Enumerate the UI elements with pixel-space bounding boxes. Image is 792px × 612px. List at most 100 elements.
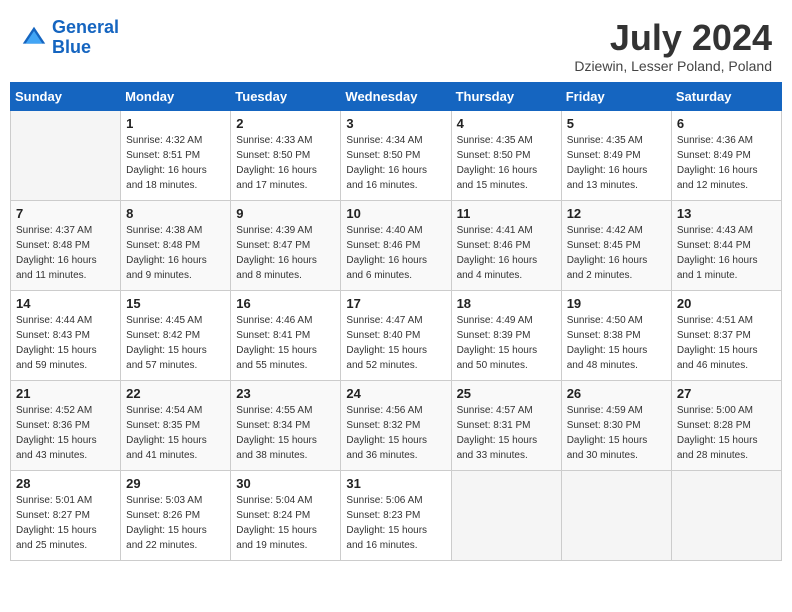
day-number: 28 xyxy=(16,476,115,491)
calendar-day-cell: 23 Sunrise: 4:55 AM Sunset: 8:34 PM Dayli… xyxy=(231,380,341,470)
calendar-day-cell: 17Sunrise: 4:47 AM Sunset: 8:40 PM Dayli… xyxy=(341,290,451,380)
day-detail: Sunrise: 4:47 AM Sunset: 8:40 PM Dayligh… xyxy=(346,313,445,373)
calendar-day-cell: 25 Sunrise: 4:57 AM Sunset: 8:31 PM Dayli… xyxy=(451,380,561,470)
day-number: 10 xyxy=(346,206,445,221)
day-number: 13 xyxy=(677,206,776,221)
month-year: July 2024 xyxy=(574,18,772,58)
calendar-day-cell: 27 Sunrise: 5:00 AM Sunset: 8:28 PM Dayli… xyxy=(671,380,781,470)
calendar-day-cell: 28 Sunrise: 5:01 AM Sunset: 8:27 PM Dayli… xyxy=(11,470,121,560)
calendar-week-row: 28 Sunrise: 5:01 AM Sunset: 8:27 PM Dayli… xyxy=(11,470,782,560)
calendar-day-cell: 12Sunrise: 4:42 AM Sunset: 8:45 PM Dayli… xyxy=(561,200,671,290)
calendar-day-cell: 18Sunrise: 4:49 AM Sunset: 8:39 PM Dayli… xyxy=(451,290,561,380)
calendar-day-cell: 6 Sunrise: 4:36 AM Sunset: 8:49 PM Daylig… xyxy=(671,110,781,200)
calendar-day-cell: 10 Sunrise: 4:40 AM Sunset: 8:46 PM Dayli… xyxy=(341,200,451,290)
calendar-day-cell: 5 Sunrise: 4:35 AM Sunset: 8:49 PM Daylig… xyxy=(561,110,671,200)
calendar-day-cell: 21 Sunrise: 4:52 AM Sunset: 8:36 PM Dayli… xyxy=(11,380,121,470)
day-number: 11 xyxy=(457,206,556,221)
day-detail: Sunrise: 4:45 AM Sunset: 8:42 PM Dayligh… xyxy=(126,313,225,373)
day-detail: Sunrise: 4:33 AM Sunset: 8:50 PM Dayligh… xyxy=(236,133,335,193)
day-number: 7 xyxy=(16,206,115,221)
day-detail: Sunrise: 4:56 AM Sunset: 8:32 PM Dayligh… xyxy=(346,403,445,463)
day-number: 9 xyxy=(236,206,335,221)
day-detail: Sunrise: 4:32 AM Sunset: 8:51 PM Dayligh… xyxy=(126,133,225,193)
day-detail: Sunrise: 4:59 AM Sunset: 8:30 PM Dayligh… xyxy=(567,403,666,463)
logo-icon xyxy=(20,24,48,52)
day-number: 3 xyxy=(346,116,445,131)
calendar-day-cell: 11 Sunrise: 4:41 AM Sunset: 8:46 PM Dayli… xyxy=(451,200,561,290)
calendar-day-cell: 9 Sunrise: 4:39 AM Sunset: 8:47 PM Daylig… xyxy=(231,200,341,290)
day-number: 22 xyxy=(126,386,225,401)
day-number: 18 xyxy=(457,296,556,311)
weekday-header-thursday: Thursday xyxy=(451,82,561,110)
calendar-day-cell: 8 Sunrise: 4:38 AM Sunset: 8:48 PM Daylig… xyxy=(121,200,231,290)
day-detail: Sunrise: 4:57 AM Sunset: 8:31 PM Dayligh… xyxy=(457,403,556,463)
calendar-week-row: 1 Sunrise: 4:32 AM Sunset: 8:51 PM Daylig… xyxy=(11,110,782,200)
calendar-day-cell: 22 Sunrise: 4:54 AM Sunset: 8:35 PM Dayli… xyxy=(121,380,231,470)
calendar-day-cell: 26 Sunrise: 4:59 AM Sunset: 8:30 PM Dayli… xyxy=(561,380,671,470)
day-number: 16 xyxy=(236,296,335,311)
calendar-day-cell: 1 Sunrise: 4:32 AM Sunset: 8:51 PM Daylig… xyxy=(121,110,231,200)
day-detail: Sunrise: 5:03 AM Sunset: 8:26 PM Dayligh… xyxy=(126,493,225,553)
day-detail: Sunrise: 4:46 AM Sunset: 8:41 PM Dayligh… xyxy=(236,313,335,373)
day-detail: Sunrise: 4:39 AM Sunset: 8:47 PM Dayligh… xyxy=(236,223,335,283)
calendar-day-cell: 14Sunrise: 4:44 AM Sunset: 8:43 PM Dayli… xyxy=(11,290,121,380)
calendar-day-cell: 19 Sunrise: 4:50 AM Sunset: 8:38 PM Dayli… xyxy=(561,290,671,380)
calendar-day-cell: 4 Sunrise: 4:35 AM Sunset: 8:50 PM Daylig… xyxy=(451,110,561,200)
day-detail: Sunrise: 4:36 AM Sunset: 8:49 PM Dayligh… xyxy=(677,133,776,193)
day-detail: Sunrise: 4:52 AM Sunset: 8:36 PM Dayligh… xyxy=(16,403,115,463)
calendar-day-cell xyxy=(451,470,561,560)
day-number: 30 xyxy=(236,476,335,491)
location: Dziewin, Lesser Poland, Poland xyxy=(574,58,772,74)
calendar-day-cell: 29Sunrise: 5:03 AM Sunset: 8:26 PM Dayli… xyxy=(121,470,231,560)
day-number: 6 xyxy=(677,116,776,131)
day-number: 5 xyxy=(567,116,666,131)
calendar-day-cell: 30 Sunrise: 5:04 AM Sunset: 8:24 PM Dayli… xyxy=(231,470,341,560)
day-detail: Sunrise: 4:41 AM Sunset: 8:46 PM Dayligh… xyxy=(457,223,556,283)
day-detail: Sunrise: 5:04 AM Sunset: 8:24 PM Dayligh… xyxy=(236,493,335,553)
day-detail: Sunrise: 5:00 AM Sunset: 8:28 PM Dayligh… xyxy=(677,403,776,463)
day-detail: Sunrise: 4:50 AM Sunset: 8:38 PM Dayligh… xyxy=(567,313,666,373)
calendar-week-row: 14Sunrise: 4:44 AM Sunset: 8:43 PM Dayli… xyxy=(11,290,782,380)
weekday-header-tuesday: Tuesday xyxy=(231,82,341,110)
day-number: 27 xyxy=(677,386,776,401)
weekday-header-friday: Friday xyxy=(561,82,671,110)
calendar-day-cell: 3Sunrise: 4:34 AM Sunset: 8:50 PM Daylig… xyxy=(341,110,451,200)
calendar-day-cell xyxy=(561,470,671,560)
day-number: 26 xyxy=(567,386,666,401)
calendar-week-row: 21 Sunrise: 4:52 AM Sunset: 8:36 PM Dayli… xyxy=(11,380,782,470)
day-detail: Sunrise: 4:35 AM Sunset: 8:49 PM Dayligh… xyxy=(567,133,666,193)
day-number: 24 xyxy=(346,386,445,401)
page-header: GeneralBlue July 2024 Dziewin, Lesser Po… xyxy=(10,10,782,78)
day-number: 25 xyxy=(457,386,556,401)
day-detail: Sunrise: 4:38 AM Sunset: 8:48 PM Dayligh… xyxy=(126,223,225,283)
day-detail: Sunrise: 4:54 AM Sunset: 8:35 PM Dayligh… xyxy=(126,403,225,463)
title-block: July 2024 Dziewin, Lesser Poland, Poland xyxy=(574,18,772,74)
day-number: 1 xyxy=(126,116,225,131)
day-detail: Sunrise: 5:01 AM Sunset: 8:27 PM Dayligh… xyxy=(16,493,115,553)
calendar-day-cell xyxy=(11,110,121,200)
weekday-header-wednesday: Wednesday xyxy=(341,82,451,110)
day-number: 8 xyxy=(126,206,225,221)
day-detail: Sunrise: 4:55 AM Sunset: 8:34 PM Dayligh… xyxy=(236,403,335,463)
day-number: 23 xyxy=(236,386,335,401)
day-number: 31 xyxy=(346,476,445,491)
weekday-header-row: SundayMondayTuesdayWednesdayThursdayFrid… xyxy=(11,82,782,110)
day-detail: Sunrise: 4:40 AM Sunset: 8:46 PM Dayligh… xyxy=(346,223,445,283)
day-number: 21 xyxy=(16,386,115,401)
calendar-day-cell: 31Sunrise: 5:06 AM Sunset: 8:23 PM Dayli… xyxy=(341,470,451,560)
weekday-header-saturday: Saturday xyxy=(671,82,781,110)
day-number: 2 xyxy=(236,116,335,131)
calendar-day-cell xyxy=(671,470,781,560)
weekday-header-monday: Monday xyxy=(121,82,231,110)
calendar-table: SundayMondayTuesdayWednesdayThursdayFrid… xyxy=(10,82,782,561)
day-number: 19 xyxy=(567,296,666,311)
calendar-day-cell: 20Sunrise: 4:51 AM Sunset: 8:37 PM Dayli… xyxy=(671,290,781,380)
day-detail: Sunrise: 4:35 AM Sunset: 8:50 PM Dayligh… xyxy=(457,133,556,193)
calendar-day-cell: 24 Sunrise: 4:56 AM Sunset: 8:32 PM Dayli… xyxy=(341,380,451,470)
calendar-day-cell: 15Sunrise: 4:45 AM Sunset: 8:42 PM Dayli… xyxy=(121,290,231,380)
day-detail: Sunrise: 4:51 AM Sunset: 8:37 PM Dayligh… xyxy=(677,313,776,373)
day-number: 4 xyxy=(457,116,556,131)
logo: GeneralBlue xyxy=(20,18,119,58)
logo-text: GeneralBlue xyxy=(52,18,119,58)
calendar-day-cell: 2 Sunrise: 4:33 AM Sunset: 8:50 PM Daylig… xyxy=(231,110,341,200)
